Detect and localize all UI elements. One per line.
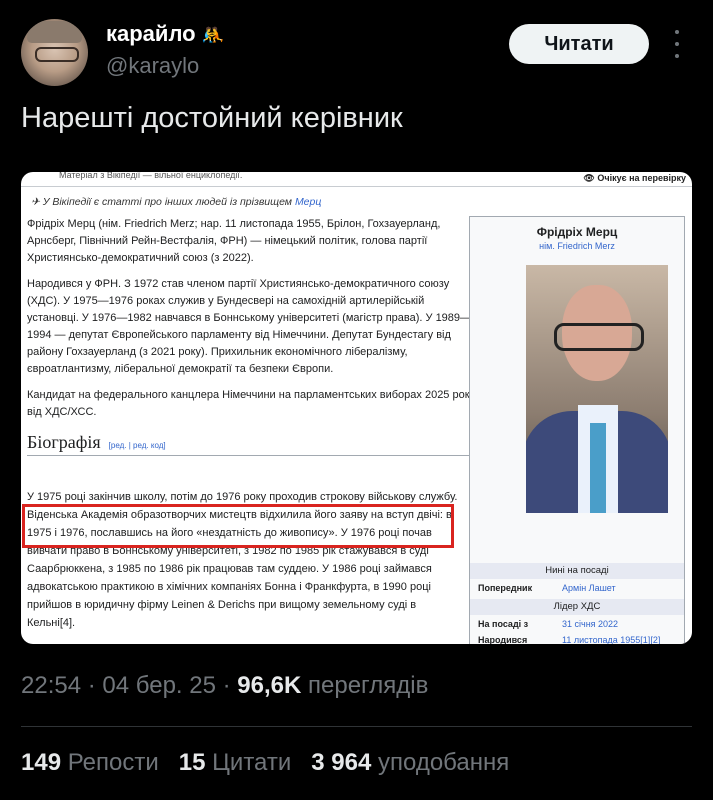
highlight-box — [22, 504, 454, 548]
divider — [21, 726, 692, 727]
infobox-current-band: Нині на посаді — [470, 563, 684, 579]
infobox-subtitle: нім. Friedrich Merz — [539, 241, 615, 251]
wiki-top-strip: Матеріал з Вікіпедії — вільної енциклопе… — [21, 172, 692, 187]
portrait-photo — [526, 265, 668, 513]
section-heading-biography: Біографія [ред. | ред. код] — [27, 432, 471, 456]
intro-paragraph-3: Кандидат на федерального канцлера Німечч… — [27, 389, 476, 418]
infobox-born-row: Народився 11 листопада 1955[1][2] — [478, 635, 661, 644]
wiki-source-note: Матеріал з Вікіпедії — вільної енциклопе… — [59, 172, 243, 180]
infobox-leader-band: Лідер ХДС — [470, 599, 684, 615]
hatnote: ✈ У Вікіпедії є статті про інших людей і… — [31, 196, 322, 208]
infobox-start-row: На посаді з 31 січня 2022 — [478, 619, 619, 629]
author-handle[interactable]: @karaylo — [106, 53, 199, 79]
wrestlers-emoji-icon: 🤼 — [201, 25, 224, 45]
infobox-title: Фрідріх Мерц — [536, 225, 618, 239]
author-name[interactable]: карайло 🤼 — [106, 21, 224, 47]
more-options-icon[interactable] — [672, 30, 682, 58]
read-button[interactable]: Читати — [509, 24, 649, 64]
tweet-text: Нарешті достойний керівник — [21, 102, 403, 134]
author-avatar[interactable] — [21, 19, 88, 86]
article-intro: Фрідріх Мерц (нім. Friedrich Merz; нар. … — [27, 216, 477, 430]
review-status: 👁 Очікує на перевірку — [583, 173, 686, 183]
section-edit-links[interactable]: [ред. | ред. код] — [109, 441, 166, 450]
intro-paragraph-2: Народився у ФРН. З 1972 став членом парт… — [27, 278, 472, 375]
tweet-meta: 22:54 · 04 бер. 25 · 96,6K переглядів — [21, 672, 429, 699]
infobox: Фрідріх Мерц нім. Friedrich Merz Нині на… — [469, 216, 685, 644]
attached-screenshot[interactable]: Матеріал з Вікіпедії — вільної енциклопе… — [21, 172, 692, 644]
intro-paragraph-1: Фрідріх Мерц (нім. Friedrich Merz; нар. … — [27, 218, 441, 264]
engagement-stats[interactable]: 149 Репости 15 Цитати 3 964 уподобання — [21, 749, 509, 777]
infobox-predecessor-row: Попередник Армін Лашет — [478, 583, 616, 593]
